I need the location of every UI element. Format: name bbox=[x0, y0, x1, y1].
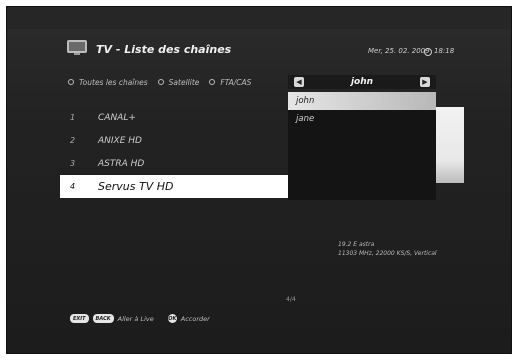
exit-key-icon[interactable]: EXIT bbox=[70, 314, 89, 323]
channel-list: 1 CANAL+ 2 ANIXE HD 3 ASTRA HD 4 Servus … bbox=[60, 106, 288, 198]
channel-name: Servus TV HD bbox=[98, 180, 174, 193]
channel-row[interactable]: 1 CANAL+ bbox=[60, 106, 288, 129]
transponder-info: 11303 MHz, 22000 KS/S, Vertical bbox=[338, 250, 437, 257]
filter-all[interactable]: Toutes les chaînes bbox=[68, 78, 148, 87]
satellite-info: 19.2 E astra 11303 MHz, 22000 KS/S, Vert… bbox=[338, 240, 437, 258]
filter-label: Satellite bbox=[168, 77, 200, 87]
channel-name: ASTRA HD bbox=[98, 158, 145, 169]
arrow-left-icon[interactable]: ◀ bbox=[294, 77, 304, 87]
channel-number: 2 bbox=[70, 136, 76, 145]
date-text: Mer, 25. 02. 2009 bbox=[368, 47, 430, 55]
page-title: TV - Liste des chaînes bbox=[96, 43, 232, 56]
top-band bbox=[7, 7, 511, 29]
channel-number: 4 bbox=[70, 182, 76, 191]
tv-icon bbox=[67, 40, 87, 55]
page-indicator: 4/4 bbox=[286, 296, 296, 303]
channel-name: ANIXE HD bbox=[98, 135, 142, 146]
radio-icon bbox=[209, 79, 216, 85]
favorites-list-selector: ◀ john ▶ bbox=[288, 75, 436, 89]
arrow-right-icon[interactable]: ▶ bbox=[420, 77, 430, 87]
button-legend: EXIT BACK Aller à Live OK Accorder bbox=[70, 314, 210, 323]
filter-satellite[interactable]: Satellite bbox=[157, 77, 200, 87]
favorites-panel: john jane bbox=[288, 92, 436, 200]
filter-label: FTA/CAS bbox=[220, 77, 252, 87]
channel-row-selected[interactable]: 4 Servus TV HD bbox=[60, 175, 288, 198]
favorite-item-selected[interactable]: john bbox=[288, 92, 436, 110]
radio-icon bbox=[68, 79, 74, 85]
back-label: Aller à Live bbox=[117, 314, 154, 323]
satellite-name: 19.2 E astra bbox=[338, 241, 375, 248]
ok-label: Accorder bbox=[180, 314, 210, 323]
radio-icon bbox=[157, 79, 164, 85]
back-key-icon[interactable]: BACK bbox=[92, 314, 114, 323]
filter-label: Toutes les chaînes bbox=[79, 77, 148, 87]
preview-thumbnail bbox=[436, 107, 464, 183]
filter-bar: Toutes les chaînes Satellite FTA/CAS bbox=[68, 76, 251, 88]
channel-number: 3 bbox=[70, 159, 76, 168]
list-title: john bbox=[350, 77, 374, 87]
channel-row[interactable]: 3 ASTRA HD bbox=[60, 152, 288, 175]
channel-row[interactable]: 2 ANIXE HD bbox=[60, 129, 288, 152]
time-text: 18:18 bbox=[434, 47, 455, 55]
favorite-item[interactable]: jane bbox=[288, 110, 436, 128]
channel-number: 1 bbox=[70, 113, 76, 122]
ok-key-icon[interactable]: OK bbox=[167, 314, 177, 323]
channel-name: CANAL+ bbox=[98, 112, 136, 123]
clock-icon bbox=[424, 48, 432, 56]
filter-fta-cas[interactable]: FTA/CAS bbox=[209, 78, 251, 87]
